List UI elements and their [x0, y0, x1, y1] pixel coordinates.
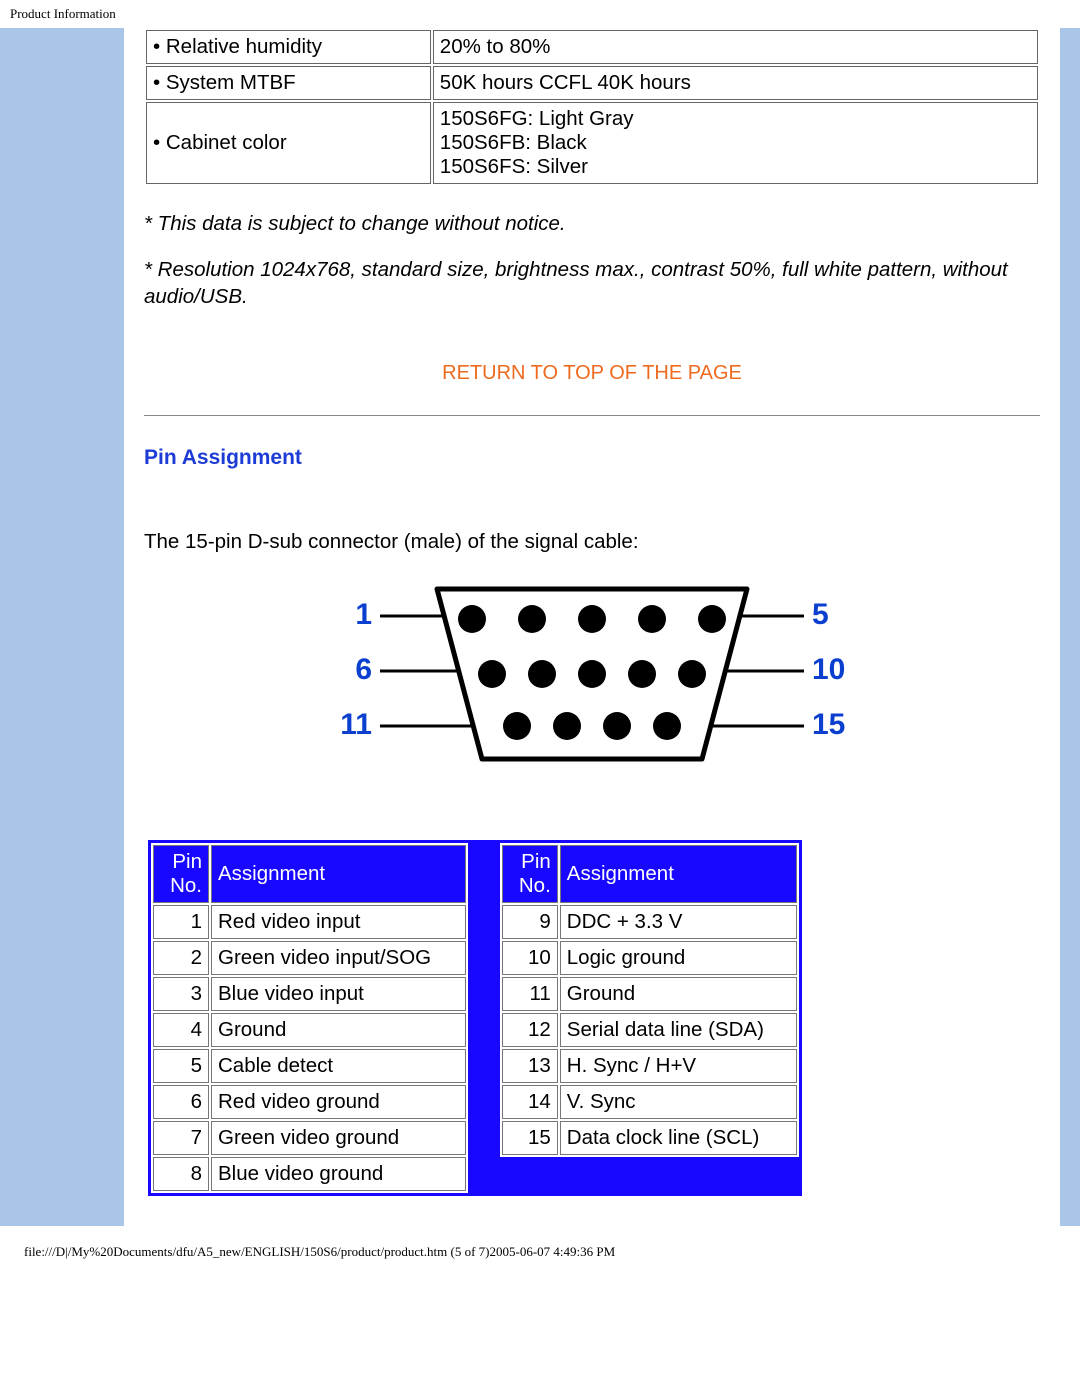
- pin-num: 3: [153, 977, 209, 1011]
- pin-label: 1: [355, 598, 372, 631]
- page-header: Product Information: [0, 0, 1080, 28]
- pin-assign: Ground: [560, 977, 797, 1011]
- spec-value: 20% to 80%: [433, 30, 1038, 64]
- outer-frame: • Relative humidity 20% to 80% • System …: [0, 28, 1080, 1226]
- pin-num: 11: [502, 977, 558, 1011]
- pin-assign: DDC + 3.3 V: [560, 905, 797, 939]
- pin-label: 11: [340, 708, 372, 741]
- spec-value: 50K hours CCFL 40K hours: [433, 66, 1038, 100]
- pin-num: 12: [502, 1013, 558, 1047]
- connector-desc: The 15-pin D-sub connector (male) of the…: [144, 530, 1040, 554]
- th-assign: Assignment: [211, 845, 466, 903]
- pin-assign: Green video ground: [211, 1121, 466, 1155]
- th-pin: Pin No.: [153, 845, 209, 903]
- table-row: • System MTBF 50K hours CCFL 40K hours: [146, 66, 1038, 100]
- pin-num: 4: [153, 1013, 209, 1047]
- table-spacer: [471, 843, 497, 1193]
- table-row: • Cabinet color 150S6FG: Light Gray 150S…: [146, 102, 1038, 184]
- pin-assign: Blue video input: [211, 977, 466, 1011]
- divider: [144, 415, 1040, 416]
- pin-assign: H. Sync / H+V: [560, 1049, 797, 1083]
- spec-label: • Cabinet color: [146, 102, 431, 184]
- pin-label: 10: [812, 653, 845, 686]
- spec-table: • Relative humidity 20% to 80% • System …: [144, 28, 1040, 186]
- pin-assign: Ground: [211, 1013, 466, 1047]
- note-line: * This data is subject to change without…: [144, 210, 1040, 238]
- pin-assign: Cable detect: [211, 1049, 466, 1083]
- return-to-top-link[interactable]: RETURN TO TOP OF THE PAGE: [442, 362, 742, 384]
- pin-assign: Green video input/SOG: [211, 941, 466, 975]
- note-line: * Resolution 1024x768, standard size, br…: [144, 256, 1040, 311]
- pin-num: 13: [502, 1049, 558, 1083]
- pin-assign: Data clock line (SCL): [560, 1121, 797, 1155]
- pin-num: 15: [502, 1121, 558, 1155]
- pin-assign: Serial data line (SDA): [560, 1013, 797, 1047]
- pin-table-left: Pin No. Assignment 1Red video input 2Gre…: [151, 843, 468, 1193]
- spec-label: • Relative humidity: [146, 30, 431, 64]
- section-title: Pin Assignment: [144, 446, 1040, 470]
- pin-num: 6: [153, 1085, 209, 1119]
- pin-assign: Blue video ground: [211, 1157, 466, 1191]
- connector-diagram: 1 6 11 5 10 15: [144, 574, 1040, 780]
- pin-num: 7: [153, 1121, 209, 1155]
- pin-num: 2: [153, 941, 209, 975]
- notes: * This data is subject to change without…: [144, 210, 1040, 311]
- pin-num: 1: [153, 905, 209, 939]
- pin-label: 15: [812, 708, 845, 741]
- content-area: • Relative humidity 20% to 80% • System …: [124, 28, 1060, 1226]
- pin-num: 5: [153, 1049, 209, 1083]
- pin-table-right: Pin No. Assignment 9DDC + 3.3 V 10Logic …: [500, 843, 799, 1157]
- pin-label: 6: [355, 653, 372, 686]
- th-pin: Pin No.: [502, 845, 558, 903]
- pin-assign: V. Sync: [560, 1085, 797, 1119]
- pin-table-outer: Pin No. Assignment 1Red video input 2Gre…: [148, 840, 802, 1196]
- pin-num: 14: [502, 1085, 558, 1119]
- pin-label: 5: [812, 598, 829, 631]
- pin-assign: Red video ground: [211, 1085, 466, 1119]
- spec-label: • System MTBF: [146, 66, 431, 100]
- th-assign: Assignment: [560, 845, 797, 903]
- pin-num: 10: [502, 941, 558, 975]
- table-row: • Relative humidity 20% to 80%: [146, 30, 1038, 64]
- pin-assign: Red video input: [211, 905, 466, 939]
- pin-assign: Logic ground: [560, 941, 797, 975]
- footer-path: file:///D|/My%20Documents/dfu/A5_new/ENG…: [0, 1226, 1080, 1270]
- return-to-top-wrap: RETURN TO TOP OF THE PAGE: [144, 361, 1040, 385]
- spec-value: 150S6FG: Light Gray 150S6FB: Black 150S6…: [433, 102, 1038, 184]
- pin-num: 8: [153, 1157, 209, 1191]
- pin-num: 9: [502, 905, 558, 939]
